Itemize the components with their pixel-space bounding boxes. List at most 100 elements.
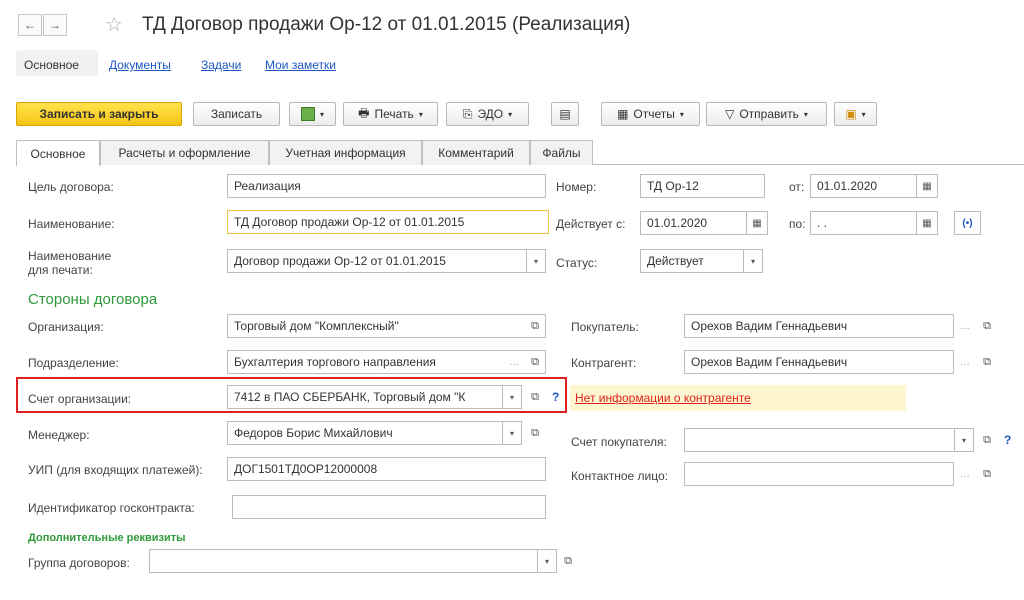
open-icon[interactable]: ⧉ [978,464,996,484]
account-label: Счет организации: [28,392,132,406]
save-label: Записать [210,107,263,121]
edo-button[interactable]: ⎘ ЭДО ▾ [446,102,529,126]
edo-icon: ⎘ [462,106,473,121]
buyer-account-field[interactable] [684,428,955,452]
select-dots-icon[interactable]: … [504,350,524,374]
open-icon[interactable]: ⧉ [526,352,544,372]
buyer-field[interactable]: Орехов Вадим Геннадьевич [684,314,954,338]
open-icon[interactable]: ⧉ [978,352,996,372]
open-icon[interactable]: ⧉ [526,387,544,407]
dept-field[interactable]: Бухгалтерия торгового направления [227,350,546,374]
manager-label: Менеджер: [28,428,90,442]
tab-files-label: Файлы [542,146,581,160]
open-icon[interactable]: ⧉ [978,430,996,450]
valid-from-label: Действует с: [556,217,626,231]
calendar-icon[interactable]: ▦ [916,211,938,235]
tab-comment-label: Комментарий [438,146,514,160]
from-label: от: [789,180,805,194]
name-field[interactable]: ТД Договор продажи Ор-12 от 01.01.2015 [227,210,549,234]
tab-main[interactable]: Основное [16,140,100,166]
contact-field[interactable] [684,462,954,486]
open-icon[interactable]: ⧉ [526,423,544,443]
dropdown-arrow-icon: ▾ [319,109,324,119]
status-field[interactable]: Действует [640,249,744,273]
select-dots-icon[interactable]: … [955,314,975,338]
save-close-button[interactable]: Записать и закрыть [16,102,182,126]
print-name-label: Наименование для печати: [28,249,112,277]
tab-main-label: Основное [30,146,86,161]
org-field[interactable]: Торговый дом "Комплексный" [227,314,546,338]
forward-button[interactable]: → [43,14,67,36]
select-dots-icon[interactable]: … [955,350,975,374]
send-icon: ▽ [725,107,735,121]
status-dropdown[interactable]: ▾ [743,249,763,273]
group-field[interactable] [149,549,538,573]
tab-files[interactable]: Файлы [530,140,593,165]
help-icon[interactable]: ? [552,390,559,404]
tab-comment[interactable]: Комментарий [422,140,530,165]
broadcast-icon[interactable]: (•) [954,211,981,235]
org-label: Организация: [28,320,104,334]
purpose-field[interactable]: Реализация [227,174,546,198]
buyer-account-label: Счет покупателя: [571,435,667,449]
document-icon: ▤ [559,107,571,121]
send-label: Отправить [739,107,799,121]
uip-label: УИП (для входящих платежей): [28,463,203,477]
help-icon[interactable]: ? [1004,433,1011,447]
chevron-down-icon: ▾ [509,428,514,438]
save-button[interactable]: Записать [193,102,280,126]
chevron-down-icon: ▾ [750,256,755,266]
account-field[interactable]: 7412 в ПАО СБЕРБАНК, Торговый дом "К [227,385,503,409]
star-icon[interactable]: ☆ [105,12,123,37]
topnav-notes[interactable]: Мои заметки [265,58,336,72]
gov-field[interactable] [232,495,546,519]
manager-dropdown[interactable]: ▾ [502,421,522,445]
print-label: Печать [374,107,414,121]
contractor-field[interactable]: Орехов Вадим Геннадьевич [684,350,954,374]
tab-accounting[interactable]: Учетная информация [269,140,422,165]
chevron-down-icon: ▾ [509,392,514,402]
uip-field[interactable]: ДОГ1501ТД0ОР12000008 [227,457,546,481]
tab-accounting-label: Учетная информация [285,146,406,160]
buyer-account-dropdown[interactable]: ▾ [954,428,974,452]
from-date-field[interactable]: 01.01.2020 [810,174,917,198]
select-dots-icon[interactable]: … [955,462,975,486]
no-info-link[interactable]: Нет информации о контрагенте [575,391,751,405]
number-field[interactable]: ТД Ор-12 [640,174,765,198]
more-button[interactable]: ▣ ▾ [834,102,877,126]
group-label: Группа договоров: [28,556,130,570]
chevron-down-icon: ▾ [533,256,538,266]
arrow-right-icon: → [49,18,61,32]
topnav-main[interactable]: Основное [24,58,79,72]
open-icon[interactable]: ⧉ [559,551,577,571]
chevron-down-icon: ▾ [961,435,966,445]
extra-title: Дополнительные реквизиты [28,532,186,544]
valid-from-field[interactable]: 01.01.2020 [640,211,747,235]
back-button[interactable]: ← [18,14,42,36]
tab-payments[interactable]: Расчеты и оформление [100,140,269,165]
to-date-field[interactable]: . . [810,211,917,235]
reports-icon: ▦ [617,107,629,121]
name-label: Наименование: [28,217,115,231]
attach-icon: ▣ [845,107,857,121]
window-title: ТД Договор продажи Ор-12 от 01.01.2015 (… [142,14,631,35]
calendar-icon[interactable]: ▦ [746,211,768,235]
manager-field[interactable]: Федоров Борис Михайлович [227,421,503,445]
group-dropdown[interactable]: ▾ [537,549,557,573]
dept-label: Подразделение: [28,356,119,370]
open-icon[interactable]: ⧉ [526,316,544,336]
topnav-tasks[interactable]: Задачи [201,58,241,72]
print-name-field[interactable]: Договор продажи Ор-12 от 01.01.2015 [227,249,527,273]
topnav-documents[interactable]: Документы [109,58,171,72]
printer-icon: 🖶 [358,105,370,120]
structure-button[interactable]: ▤ [551,102,579,126]
open-icon[interactable]: ⧉ [978,316,996,336]
calendar-icon[interactable]: ▦ [916,174,938,198]
dropdown-arrow-icon: ▾ [861,109,866,119]
reports-button[interactable]: ▦ Отчеты ▾ [601,102,700,126]
create-based-button[interactable]: ▾ [289,102,336,126]
print-name-dropdown[interactable]: ▾ [526,249,546,273]
account-dropdown[interactable]: ▾ [502,385,522,409]
print-button[interactable]: 🖶 Печать ▾ [343,102,438,126]
send-button[interactable]: ▽ Отправить ▾ [706,102,827,126]
